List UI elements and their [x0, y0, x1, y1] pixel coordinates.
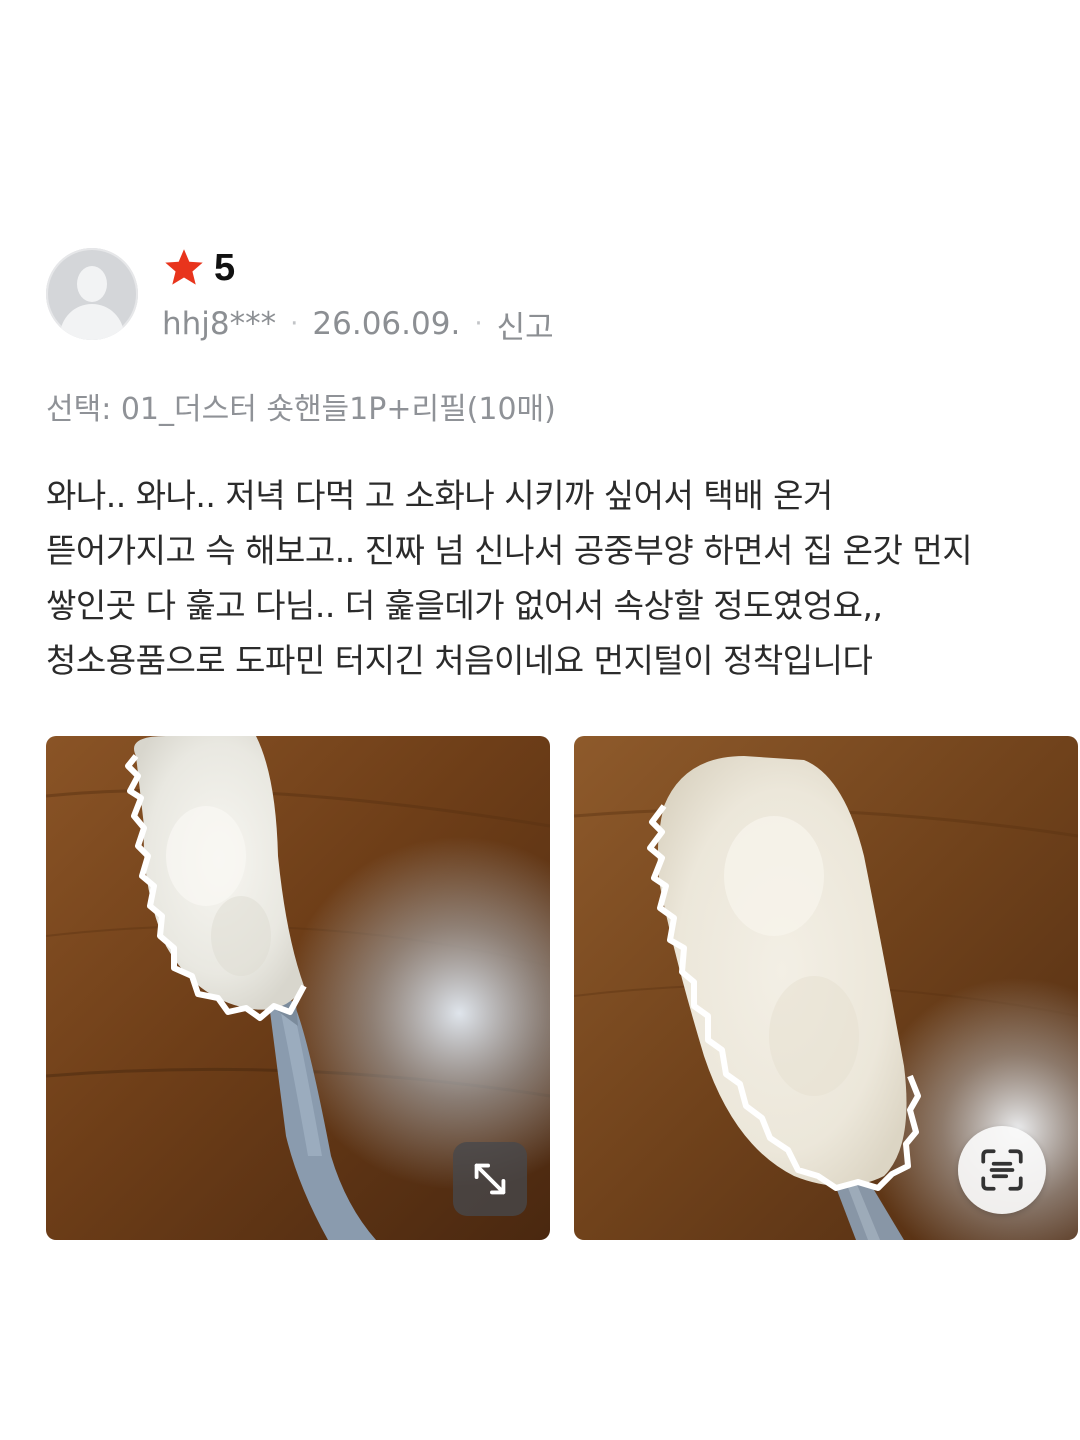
avatar[interactable] — [46, 248, 138, 340]
review-date: 26.06.09. — [312, 306, 461, 342]
text-scan-icon — [981, 1149, 1023, 1191]
review-text: 와나.. 와나.. 저녁 다먹 고 소화나 시키까 싶어서 택배 온거 뜯어가지… — [46, 476, 973, 680]
author-name: hhj8*** — [162, 306, 277, 342]
expand-icon — [474, 1163, 506, 1195]
expand-button[interactable] — [453, 1142, 527, 1216]
review-photo-2[interactable] — [574, 736, 1078, 1240]
review-photo-1[interactable] — [46, 736, 550, 1240]
review-card: 5 hhj8*** · 26.06.09. · 신고 선택: 01_더스터 숏핸… — [0, 0, 1080, 1440]
avatar-body — [60, 304, 124, 340]
report-link[interactable]: 신고 — [497, 302, 554, 347]
rating-value: 5 — [214, 247, 236, 289]
separator-dot: · — [290, 309, 299, 339]
review-meta: hhj8*** · 26.06.09. · 신고 — [162, 302, 554, 346]
text-scan-button[interactable] — [958, 1126, 1046, 1214]
rating: 5 — [162, 244, 235, 292]
separator-dot: · — [474, 309, 483, 339]
star-icon — [165, 249, 203, 285]
avatar-head — [77, 266, 107, 302]
purchase-option: 선택: 01_더스터 숏핸들1P+리필(10매) — [46, 392, 556, 427]
